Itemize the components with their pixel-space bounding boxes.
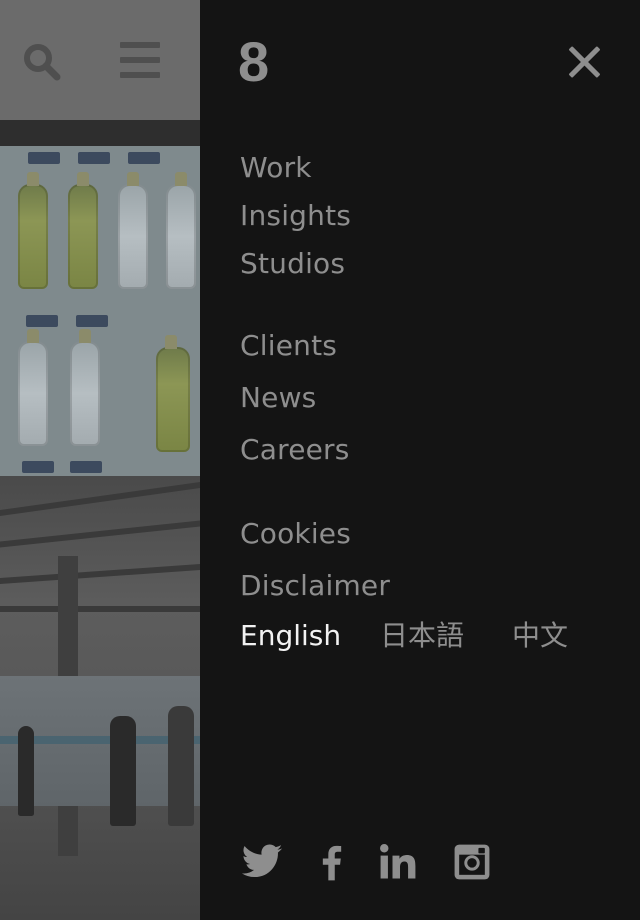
nav-item-careers[interactable]: Careers — [240, 432, 350, 468]
facebook-icon[interactable] — [310, 840, 354, 884]
nav-item-cookies[interactable]: Cookies — [240, 516, 351, 552]
language-japanese[interactable]: 日本語 — [380, 618, 464, 654]
nav-item-studios[interactable]: Studios — [240, 246, 345, 282]
vending-machine-image — [0, 146, 200, 476]
nav-item-insights[interactable]: Insights — [240, 198, 351, 234]
linkedin-icon[interactable] — [376, 840, 420, 884]
instagram-icon[interactable] — [450, 840, 494, 884]
twitter-icon[interactable] — [240, 840, 284, 884]
nav-item-work[interactable]: Work — [240, 150, 312, 186]
close-button[interactable] — [562, 40, 606, 84]
train-station-image — [0, 476, 200, 920]
hamburger-menu-icon — [118, 40, 162, 80]
logo[interactable]: 8 — [238, 30, 269, 94]
background-photo — [0, 146, 200, 920]
nav-item-disclaimer[interactable]: Disclaimer — [240, 568, 390, 604]
nav-item-clients[interactable]: Clients — [240, 328, 337, 364]
navigation-drawer: 8 Work Insights Studios Clients News Car… — [200, 0, 640, 920]
language-english[interactable]: English — [240, 618, 341, 654]
search-icon — [24, 44, 61, 81]
nav-item-news[interactable]: News — [240, 380, 316, 416]
language-chinese[interactable]: 中文 — [512, 618, 568, 654]
